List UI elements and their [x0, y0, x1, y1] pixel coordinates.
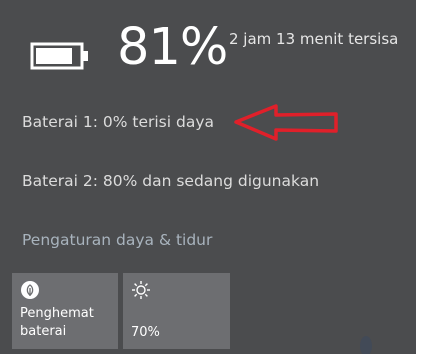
battery-1-status: Baterai 1: 0% terisi daya [22, 113, 214, 131]
annotation-arrow-icon [234, 104, 338, 141]
time-remaining: 2 jam 13 menit tersisa [229, 30, 399, 48]
brightness-sun-icon [132, 281, 150, 299]
power-sleep-settings-link[interactable]: Pengaturan daya & tidur [22, 231, 212, 249]
battery-icon [30, 42, 88, 70]
battery-saver-label: Penghemat baterai [20, 306, 94, 339]
battery-saver-tile[interactable]: Penghemat baterai [12, 273, 118, 349]
brightness-value: 70% [131, 325, 160, 340]
taskbar-app-icon [360, 336, 372, 354]
leaf-icon [21, 281, 39, 299]
battery-percentage: 81% [117, 18, 228, 77]
desktop-edge [416, 0, 426, 354]
battery-flyout: 81% 2 jam 13 menit tersisa Baterai 1: 0%… [0, 0, 416, 354]
brightness-tile[interactable]: 70% [123, 273, 230, 349]
battery-2-status: Baterai 2: 80% dan sedang digunakan [22, 172, 320, 190]
